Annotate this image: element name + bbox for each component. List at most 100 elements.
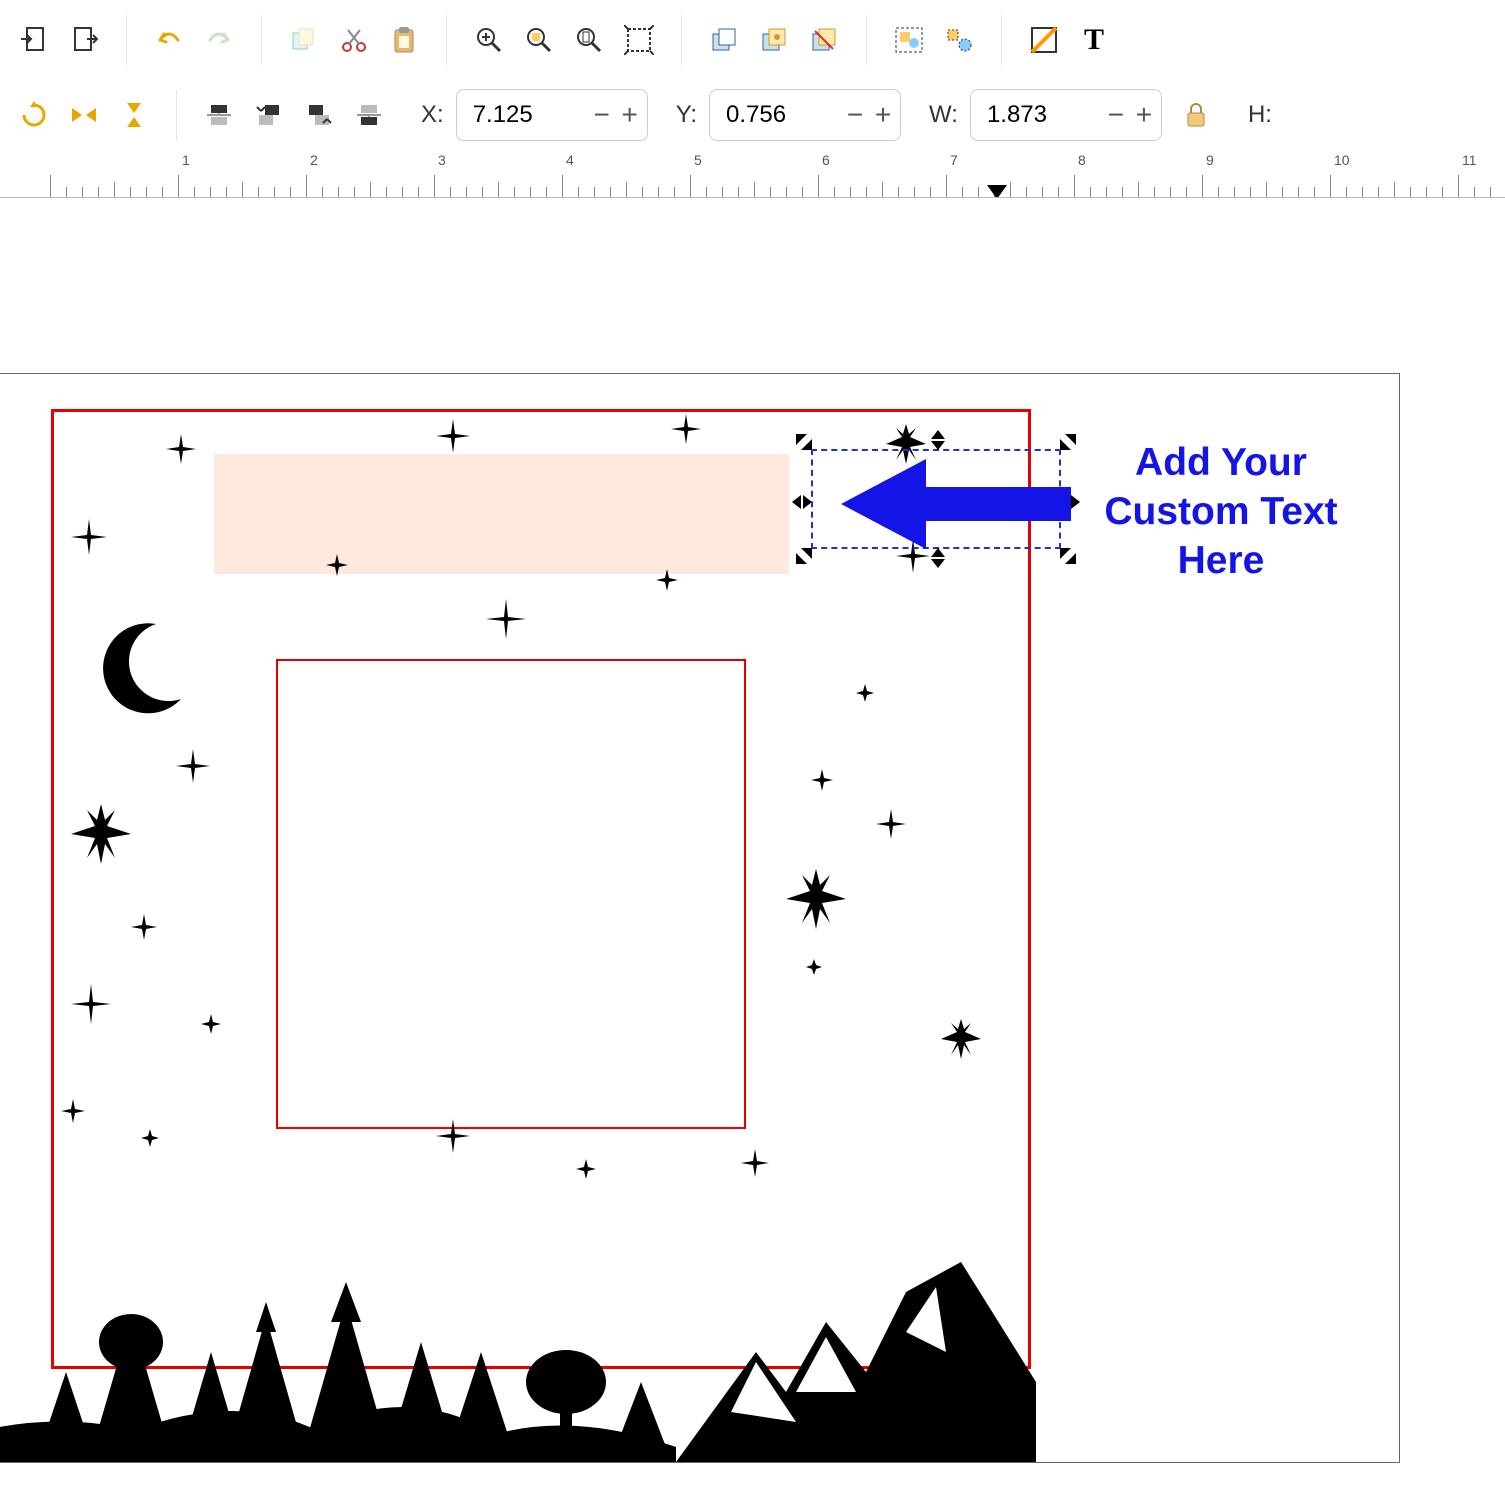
star-icon[interactable] (71, 519, 107, 555)
selection-handle-w[interactable] (791, 491, 813, 513)
star-icon[interactable] (941, 1019, 981, 1059)
w-field[interactable]: −+ (970, 89, 1162, 141)
star-icon[interactable] (656, 569, 678, 591)
x-decrement[interactable]: − (591, 98, 613, 132)
separator (866, 15, 867, 65)
x-input[interactable] (471, 100, 591, 130)
ruler-tick-label: 9 (1206, 152, 1214, 168)
undo-button[interactable] (145, 16, 193, 64)
ruler-tick-label: 5 (694, 152, 702, 168)
ruler-tick-label: 7 (950, 152, 958, 168)
star-icon[interactable] (806, 959, 822, 975)
edit-mask-button[interactable] (1020, 16, 1068, 64)
raise-button[interactable] (245, 91, 293, 139)
star-icon[interactable] (856, 684, 874, 702)
moon-icon[interactable] (86, 614, 196, 724)
zoom-page-button[interactable] (565, 16, 613, 64)
x-increment[interactable]: + (619, 98, 641, 132)
separator (261, 15, 262, 65)
star-icon[interactable] (576, 1159, 596, 1179)
y-field[interactable]: −+ (709, 89, 901, 141)
clone-button[interactable] (750, 16, 798, 64)
ruler-tick-label: 3 (438, 152, 446, 168)
selection-handle-sw[interactable] (793, 545, 815, 567)
page[interactable]: Add YourCustom TextHere (0, 373, 1400, 1463)
svg-text:T: T (1084, 25, 1104, 55)
star-icon[interactable] (131, 914, 157, 940)
selection-handle-n[interactable] (927, 429, 949, 451)
cut-button[interactable] (330, 16, 378, 64)
rotate-cw-button[interactable] (10, 91, 58, 139)
ruler-tick-label: 11 (1462, 152, 1477, 168)
w-input[interactable] (985, 100, 1105, 130)
x-label: X: (421, 101, 444, 129)
star-icon[interactable] (166, 434, 196, 464)
annotation-arrow-icon (821, 449, 1071, 559)
canvas-area[interactable]: Add YourCustom TextHere (0, 198, 1505, 1505)
inner-guide-frame[interactable] (276, 659, 746, 1129)
star-icon[interactable] (671, 414, 701, 444)
y-label: Y: (676, 101, 697, 129)
star-icon[interactable] (436, 419, 470, 453)
ruler-tick-label: 1 (182, 152, 190, 168)
star-icon[interactable] (811, 769, 833, 791)
ruler-tick-label: 6 (822, 152, 830, 168)
flip-horizontal-button[interactable] (60, 91, 108, 139)
flip-vertical-button[interactable] (110, 91, 158, 139)
y-input[interactable] (724, 100, 844, 130)
separator (1001, 15, 1002, 65)
star-icon[interactable] (741, 1149, 769, 1177)
import-button[interactable] (10, 16, 58, 64)
star-icon[interactable] (71, 984, 111, 1024)
separator (126, 15, 127, 65)
selection-handle-nw[interactable] (793, 431, 815, 453)
landscape-silhouette[interactable] (0, 1262, 1036, 1462)
w-label: W: (929, 101, 958, 129)
separator (681, 15, 682, 65)
h-label: H: (1248, 101, 1272, 129)
zoom-selection-button[interactable] (515, 16, 563, 64)
unlink-clone-button[interactable] (800, 16, 848, 64)
horizontal-ruler[interactable]: 123456789101112 (0, 150, 1505, 198)
ruler-tick-label: 8 (1078, 152, 1086, 168)
text-tool-button[interactable]: T (1070, 16, 1118, 64)
w-increment[interactable]: + (1133, 98, 1155, 132)
artwork: Add YourCustom TextHere (0, 374, 1399, 1462)
star-icon[interactable] (486, 599, 526, 639)
ruler-tick-label: 4 (566, 152, 574, 168)
star-icon[interactable] (141, 1129, 159, 1147)
ungroup-button[interactable] (935, 16, 983, 64)
separator (176, 90, 177, 140)
text-placeholder-box[interactable] (214, 454, 789, 574)
redo-button[interactable] (195, 16, 243, 64)
ruler-tick-label: 10 (1334, 152, 1350, 168)
star-icon[interactable] (876, 809, 906, 839)
export-button[interactable] (60, 16, 108, 64)
star-icon[interactable] (201, 1014, 221, 1034)
copy-button[interactable] (280, 16, 328, 64)
zoom-in-button[interactable] (465, 16, 513, 64)
star-icon[interactable] (786, 869, 846, 929)
separator (446, 15, 447, 65)
raise-to-top-button[interactable] (195, 91, 243, 139)
star-icon[interactable] (436, 1119, 470, 1153)
y-decrement[interactable]: − (844, 98, 866, 132)
group-button[interactable] (885, 16, 933, 64)
toolbar-row-1: T (0, 0, 1505, 80)
duplicate-button[interactable] (700, 16, 748, 64)
star-icon[interactable] (326, 554, 348, 576)
lower-button[interactable] (295, 91, 343, 139)
annotation-label: Add YourCustom TextHere (1071, 439, 1371, 585)
ruler-tick-label: 2 (310, 152, 318, 168)
star-icon[interactable] (61, 1099, 85, 1123)
x-field[interactable]: −+ (456, 89, 648, 141)
w-decrement[interactable]: − (1105, 98, 1127, 132)
zoom-drawing-button[interactable] (615, 16, 663, 64)
y-increment[interactable]: + (872, 98, 894, 132)
star-icon[interactable] (176, 749, 210, 783)
lower-to-bottom-button[interactable] (345, 91, 393, 139)
star-icon[interactable] (71, 804, 131, 864)
toolbar-row-2: X: −+ Y: −+ W: −+ H: (0, 80, 1505, 150)
lock-aspect-button[interactable] (1172, 91, 1220, 139)
paste-button[interactable] (380, 16, 428, 64)
